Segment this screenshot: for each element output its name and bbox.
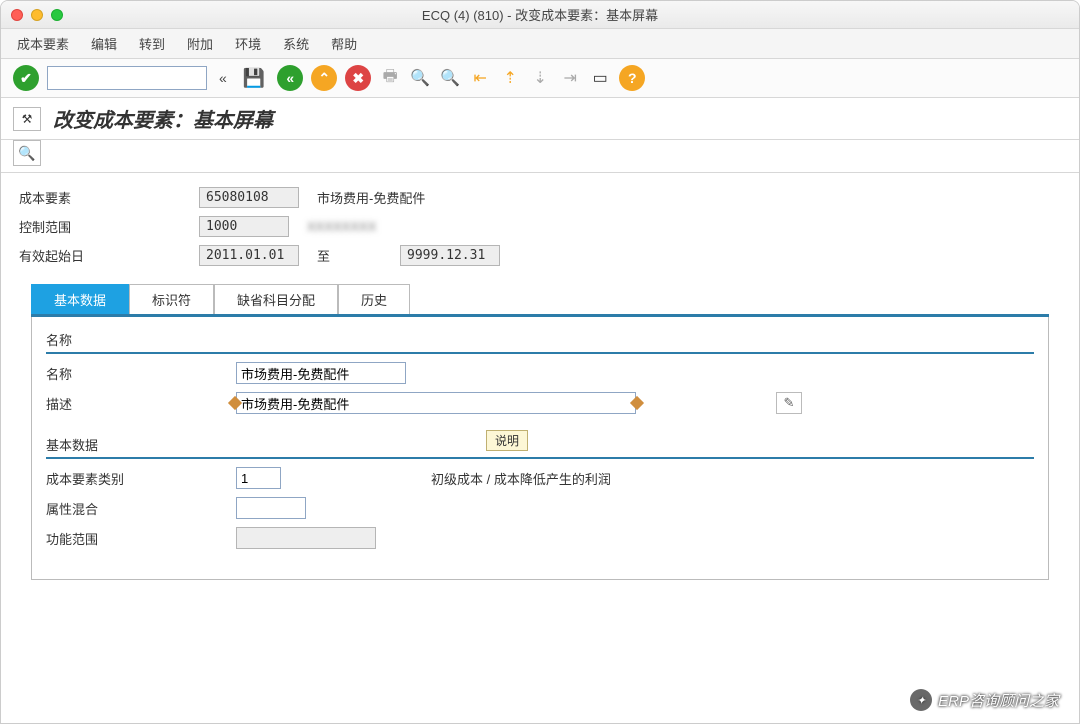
label-valid-from: 有效起始日 [19, 246, 199, 265]
row-cost-element: 成本要素 65080108 市场费用-免费配件 [19, 187, 1061, 208]
exit-button[interactable]: ⌃ [311, 65, 337, 91]
next-page-icon[interactable]: ⇣ [529, 67, 551, 89]
row-description: 描述 ✎ 说明 [46, 392, 1034, 414]
tab-basic-data[interactable]: 基本数据 [31, 284, 129, 314]
value-control-area: 1000 [199, 216, 289, 237]
titlebar: ECQ (4) (810) - 改变成本要素：基本屏幕 [1, 1, 1079, 29]
tools-icon[interactable]: ⚒ [13, 107, 41, 131]
watermark-text: ERP咨询顾问之家 [938, 690, 1059, 711]
find-icon[interactable]: 🔍 [409, 67, 431, 89]
desc-category: 初级成本 / 成本降低产生的利润 [431, 469, 611, 488]
label-description: 描述 [46, 394, 236, 413]
input-name[interactable] [236, 362, 406, 384]
tab-indicators[interactable]: 标识符 [129, 284, 214, 314]
utility-row: 🔍 [1, 140, 1079, 173]
menu-edit[interactable]: 编辑 [91, 34, 117, 53]
first-page-icon[interactable]: ⇤ [469, 67, 491, 89]
menu-extras[interactable]: 附加 [187, 34, 213, 53]
row-category: 成本要素类别 初级成本 / 成本降低产生的利润 [46, 467, 1034, 489]
app-window: ECQ (4) (810) - 改变成本要素：基本屏幕 成本要素 编辑 转到 附… [0, 0, 1080, 724]
maximize-icon[interactable] [51, 9, 63, 21]
desc-control-area: XXXXXXXX [307, 219, 376, 234]
input-category[interactable] [236, 467, 281, 489]
help-button[interactable]: ? [619, 65, 645, 91]
watermark: ✦ ERP咨询顾问之家 [910, 689, 1059, 711]
label-control-area: 控制范围 [19, 217, 199, 236]
tabs: 基本数据 标识符 缺省科目分配 历史 [31, 284, 1049, 317]
wechat-icon: ✦ [910, 689, 932, 711]
label-name: 名称 [46, 364, 236, 383]
row-func-area: 功能范围 [46, 527, 1034, 549]
window-title: ECQ (4) (810) - 改变成本要素：基本屏幕 [422, 5, 658, 24]
basic-data-section: 基本数据 成本要素类别 初级成本 / 成本降低产生的利润 属性混合 功能范围 [46, 432, 1034, 549]
close-icon[interactable] [11, 9, 23, 21]
cancel-button[interactable]: ✖ [345, 65, 371, 91]
back-button[interactable]: « [277, 65, 303, 91]
command-input[interactable] [47, 66, 207, 90]
tab-default-assignment[interactable]: 缺省科目分配 [214, 284, 338, 314]
input-description[interactable] [236, 392, 636, 414]
find-next-icon[interactable]: 🔍 [439, 67, 461, 89]
content-area: 成本要素 65080108 市场费用-免费配件 控制范围 1000 XXXXXX… [1, 173, 1079, 594]
prev-page-icon[interactable]: ⇡ [499, 67, 521, 89]
minimize-icon[interactable] [31, 9, 43, 21]
label-to: 至 [317, 246, 330, 265]
save-icon[interactable]: 💾 [239, 68, 269, 89]
window-controls [11, 9, 63, 21]
menu-system[interactable]: 系统 [283, 34, 309, 53]
chevron-left-icon[interactable]: « [215, 70, 231, 86]
row-attr-mix: 属性混合 [46, 497, 1034, 519]
menu-goto[interactable]: 转到 [139, 34, 165, 53]
value-valid-from: 2011.01.01 [199, 245, 299, 266]
row-valid-from: 有效起始日 2011.01.01 至 9999.12.31 [19, 245, 1061, 266]
menubar: 成本要素 编辑 转到 附加 环境 系统 帮助 [1, 29, 1079, 59]
page-title: 改变成本要素：基本屏幕 [53, 104, 273, 133]
subheader: ⚒ 改变成本要素：基本屏幕 [1, 98, 1079, 140]
tabs-container: 基本数据 标识符 缺省科目分配 历史 名称 名称 描述 [19, 284, 1061, 580]
toolbar: ✔ « 💾 « ⌃ ✖ 🖶 🔍 🔍 ⇤ ⇡ ⇣ ⇥ ▭ ? [1, 59, 1079, 98]
row-name: 名称 [46, 362, 1034, 384]
value-valid-to: 9999.12.31 [400, 245, 500, 266]
value-cost-element: 65080108 [199, 187, 299, 208]
input-attr-mix[interactable] [236, 497, 306, 519]
print-icon[interactable]: 🖶 [379, 67, 401, 89]
long-text-icon[interactable]: ✎ [776, 392, 802, 414]
desc-cost-element: 市场费用-免费配件 [317, 188, 425, 207]
period-icon[interactable]: 🔍 [13, 140, 41, 166]
tab-history[interactable]: 历史 [338, 284, 410, 314]
menu-help[interactable]: 帮助 [331, 34, 357, 53]
value-func-area [236, 527, 376, 549]
label-attr-mix: 属性混合 [46, 499, 236, 518]
row-control-area: 控制范围 1000 XXXXXXXX [19, 216, 1061, 237]
menu-cost-element[interactable]: 成本要素 [17, 34, 69, 53]
group-name-title: 名称 [46, 327, 1034, 354]
enter-button[interactable]: ✔ [13, 65, 39, 91]
new-session-icon[interactable]: ▭ [589, 67, 611, 89]
last-page-icon[interactable]: ⇥ [559, 67, 581, 89]
tab-panel: 名称 名称 描述 ✎ 说明 基本数据 [31, 317, 1049, 580]
group-basic-data-title: 基本数据 [46, 432, 1034, 459]
label-func-area: 功能范围 [46, 529, 236, 548]
menu-environment[interactable]: 环境 [235, 34, 261, 53]
label-category: 成本要素类别 [46, 469, 236, 488]
label-cost-element: 成本要素 [19, 188, 199, 207]
